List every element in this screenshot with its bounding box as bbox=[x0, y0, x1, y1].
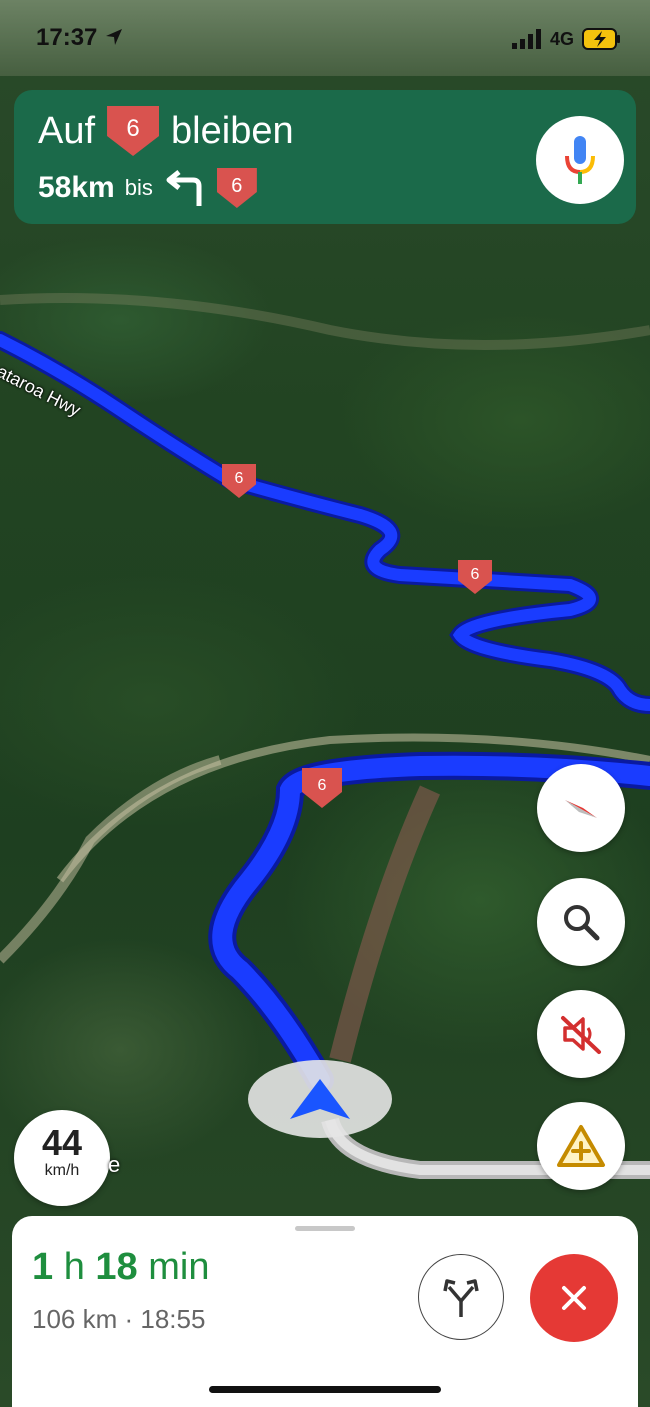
search-along-route-button[interactable] bbox=[537, 878, 625, 966]
close-icon bbox=[562, 1286, 586, 1310]
sound-off-icon bbox=[561, 1016, 601, 1054]
battery-charging-icon bbox=[582, 28, 620, 50]
turn-left-icon bbox=[166, 170, 202, 206]
compass-button[interactable] bbox=[537, 764, 625, 852]
instruction-prefix: Auf bbox=[38, 109, 96, 152]
trip-distance-arrival: 106 km · 18:55 bbox=[32, 1304, 206, 1334]
map-edge-label: e bbox=[108, 1152, 121, 1177]
sheet-drag-handle[interactable] bbox=[295, 1226, 355, 1231]
instruction-distance: 58km bbox=[38, 171, 115, 204]
instruction-next: 58km bis 6 bbox=[38, 168, 257, 208]
trip-summary-sheet[interactable]: 1 h 18 min 106 km · 18:55 bbox=[12, 1216, 638, 1407]
speedometer: 44 km/h bbox=[14, 1110, 110, 1206]
instruction-route-shield: 6 bbox=[107, 106, 160, 156]
voice-search-button[interactable] bbox=[536, 116, 624, 204]
microphone-icon bbox=[565, 136, 595, 184]
alternate-routes-button[interactable] bbox=[418, 1254, 504, 1340]
instruction-main: Auf 6 bleiben bbox=[38, 106, 294, 156]
compass-icon bbox=[565, 800, 597, 818]
trip-duration: 1 h 18 min bbox=[32, 1246, 210, 1288]
home-indicator bbox=[209, 1386, 441, 1393]
speed-value: 44 bbox=[41, 1122, 83, 1163]
navigation-instruction-banner[interactable]: Auf 6 bleiben 58km bis 6 bbox=[14, 90, 636, 224]
speed-unit: km/h bbox=[44, 1162, 80, 1179]
status-bar: 17:37 4G bbox=[0, 0, 650, 76]
instruction-suffix: bleiben bbox=[171, 109, 294, 152]
navigation-arrow-icon bbox=[290, 1079, 350, 1119]
network-type: 4G bbox=[549, 28, 574, 49]
status-indicators: 4G bbox=[511, 28, 622, 50]
report-incident-icon bbox=[557, 1125, 605, 1167]
search-icon bbox=[564, 905, 600, 941]
alternate-routes-icon bbox=[443, 1279, 479, 1317]
mute-button[interactable] bbox=[537, 990, 625, 1078]
next-route-shield: 6 bbox=[216, 168, 257, 208]
exit-navigation-button[interactable] bbox=[530, 1254, 618, 1342]
status-time: 17:37 bbox=[36, 24, 124, 52]
signal-icon bbox=[511, 29, 541, 49]
report-incident-button[interactable] bbox=[537, 1102, 625, 1190]
location-arrow-icon bbox=[106, 29, 123, 45]
current-position-indicator bbox=[248, 1060, 392, 1138]
instruction-distance-word: bis bbox=[124, 175, 153, 200]
